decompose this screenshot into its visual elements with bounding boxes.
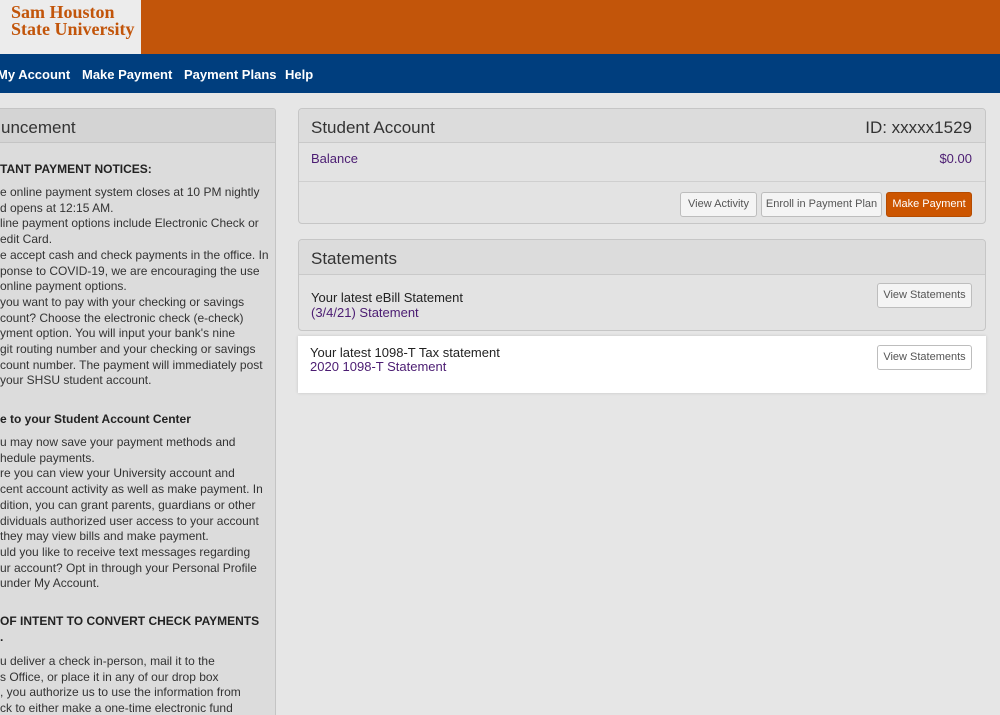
nav-make-payment[interactable]: Make Payment [82,67,172,82]
intent-line: , you authorize us to use the informatio… [0,685,241,700]
tax-statement-link[interactable]: 2020 1098-T Statement [310,359,446,374]
balance-value: $0.00 [939,151,972,166]
welcome-heading: e to your Student Account Center [0,412,191,426]
welcome-line: uld you like to receive text messages re… [0,544,251,559]
notice-line: count number. The payment will immediate… [0,357,263,372]
notice-line: yment option. You will input your bank's… [0,326,236,341]
student-account-panel: Student Account ID: xxxxx1529 Balance $0… [298,108,986,224]
balance-label: Balance [311,151,358,166]
view-ebill-statements-button[interactable]: View Statements [877,283,972,308]
welcome-line: they may view bills and make payment. [0,529,209,544]
notice-line: your SHSU student account. [0,373,152,388]
student-id: ID: xxxxx1529 [865,118,972,137]
view-tax-statements-button[interactable]: View Statements [877,345,972,370]
student-account-title: Student Account [311,118,435,137]
make-payment-button[interactable]: Make Payment [886,192,972,217]
statements-panel: Statements Your latest eBill Statement (… [298,239,986,331]
welcome-line: cent account activity as well as make pa… [0,482,263,497]
nav-payment-plans[interactable]: Payment Plans [184,67,277,82]
logo-line-2: State University [11,19,135,39]
notice-line: d opens at 12:15 AM. [0,200,114,215]
welcome-line: under My Account. [0,576,100,591]
top-banner [0,0,1000,54]
main-nav: My Account Make Payment Payment Plans He… [0,54,1000,93]
notice-line: line payment options include Electronic … [0,216,259,231]
university-logo[interactable]: Sam Houston State University [0,0,141,54]
divider [299,181,985,182]
statements-title: Statements [311,249,397,268]
nav-my-account[interactable]: My Account [0,67,70,82]
intent-line: s Office, or place it in any of our drop… [0,669,219,684]
notice-line: e online payment system closes at 10 PM … [0,185,260,199]
notice-line: git routing number and your checking or … [0,342,256,356]
welcome-line: hedule payments. [0,450,95,465]
announcement-title: uncement [1,118,76,137]
notice-line: you want to pay with your checking or sa… [0,294,245,309]
view-activity-button[interactable]: View Activity [680,192,757,217]
welcome-line: dition, you can grant parents, guardians… [0,497,256,512]
intent-line: u deliver a check in-person, mail it to … [0,654,215,668]
intent-heading-cont: . [0,630,4,644]
intent-heading: OF INTENT TO CONVERT CHECK PAYMENTS [0,614,260,628]
statements-header [299,240,985,275]
welcome-line: dividuals authorized user access to your… [0,513,259,528]
welcome-line: re you can view your University account … [0,466,235,481]
ebill-statement-title: Your latest eBill Statement [311,290,463,305]
welcome-line: u may now save your payment methods and [0,435,236,449]
notice-line: count? Choose the electronic check (e-ch… [0,310,244,325]
announcement-header: uncement [0,109,275,143]
tax-statement-title: Your latest 1098-T Tax statement [310,345,500,360]
notice-line: ponse to COVID-19, we are encouraging th… [0,263,260,278]
notice-line: edit Card. [0,232,53,247]
tax-statement-row: Your latest 1098-T Tax statement 2020 10… [298,336,986,393]
nav-help[interactable]: Help [285,67,313,82]
notices-heading: TANT PAYMENT NOTICES: [0,162,152,176]
enroll-payment-plan-button[interactable]: Enroll in Payment Plan [761,192,882,217]
welcome-line: ur account? Opt in through your Personal… [0,560,257,575]
ebill-statement-link[interactable]: (3/4/21) Statement [311,305,419,320]
intent-line: ck to either make a one-time electronic … [0,701,233,715]
notice-line: online payment options. [0,279,127,294]
notice-line: e accept cash and check payments in the … [0,247,269,262]
